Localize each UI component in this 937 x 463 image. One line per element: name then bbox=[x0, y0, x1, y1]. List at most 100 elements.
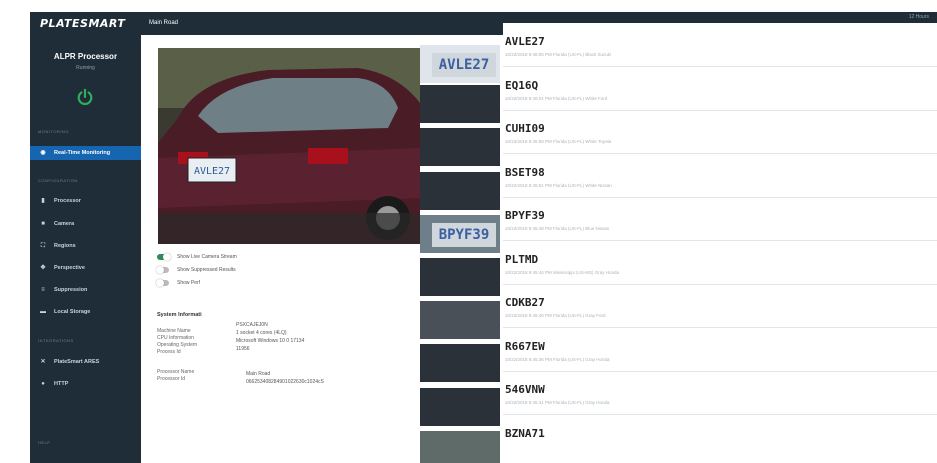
plate-meta: 10/22/2018 9:46:05 PM Florida (US-FL) Bl… bbox=[505, 52, 612, 57]
sys-label-processor-name: Processor Name bbox=[157, 369, 195, 375]
toggle-label: Show Suppressed Results bbox=[177, 267, 236, 273]
plate-thumbnail[interactable] bbox=[420, 258, 500, 296]
plate-number: R667EW bbox=[505, 340, 545, 353]
plate-thumbnail[interactable] bbox=[420, 431, 500, 463]
plate-number: CDKB27 bbox=[505, 296, 545, 309]
sys-val-cpu: 1 socket 4 cores (4LQ) bbox=[236, 330, 287, 336]
platesmart-logo: PLATESMART bbox=[40, 17, 126, 30]
plate-thumbnail[interactable] bbox=[420, 301, 500, 339]
http-icon: ● bbox=[41, 381, 45, 387]
sys-val-processor-name: Main Road bbox=[246, 371, 271, 377]
processor-title: ALPR Processor bbox=[53, 52, 118, 61]
power-icon[interactable] bbox=[76, 88, 94, 106]
page-title: Main Road bbox=[149, 20, 179, 26]
plate-result-row[interactable]: CDKB27 10/22/2018 9:45:40 PM Florida (US… bbox=[503, 284, 937, 328]
plate-thumbnail[interactable] bbox=[420, 172, 500, 210]
processor-status: Running bbox=[76, 65, 95, 71]
camera-icon: ■ bbox=[41, 221, 45, 227]
live-camera-stream: AVLE27 bbox=[158, 48, 420, 244]
plate-number: BPYF39 bbox=[505, 209, 545, 222]
plate-result-row[interactable]: BPYF39 10/22/2018 9:45:48 PM Florida (US… bbox=[503, 197, 937, 241]
results-header-bar: 12 Hours bbox=[503, 12, 937, 23]
plate-number: CUHI09 bbox=[505, 122, 545, 135]
car-image: AVLE27 bbox=[158, 48, 420, 244]
sys-label-process-id: Process Id bbox=[157, 349, 181, 355]
plate-result-row[interactable]: EQ16Q 10/22/2018 9:46:01 PM Florida (US-… bbox=[503, 67, 937, 111]
toggle-switch[interactable] bbox=[156, 279, 169, 287]
nav-real-time-monitoring[interactable]: ◉ Real-Time Monitoring bbox=[30, 146, 145, 160]
sys-label-processor-id: Processor Id bbox=[157, 376, 186, 382]
section-integrations: INTEGRATIONS bbox=[38, 338, 74, 343]
storage-icon: ▬ bbox=[40, 309, 46, 315]
section-configuration: CONFIGURATION bbox=[38, 178, 78, 183]
nav-label: Camera bbox=[54, 221, 75, 227]
plate-result-row[interactable]: 546VNW 10/22/2018 9:45:31 PM Florida (US… bbox=[503, 371, 937, 415]
nav-label: HTTP bbox=[54, 381, 69, 387]
toggle-label: Show Perf bbox=[177, 280, 201, 286]
plate-meta: 10/22/2018 9:45:31 PM Florida (US-FL) Gr… bbox=[505, 400, 610, 405]
plate-meta: 10/22/2018 9:45:48 PM Florida (US-FL) Bl… bbox=[505, 226, 610, 231]
plate-thumbnail[interactable] bbox=[420, 85, 500, 123]
section-help: HELP bbox=[38, 440, 51, 445]
sidebar: PLATESMART ALPR Processor Running MONITO… bbox=[30, 12, 145, 463]
header-bar: Main Road bbox=[141, 12, 503, 35]
system-info-title: System Informati bbox=[157, 312, 202, 318]
plate-number: PLTMD bbox=[505, 253, 539, 266]
nav-label: PlateSmart ARES bbox=[54, 359, 100, 365]
toggle-switch[interactable] bbox=[157, 253, 171, 261]
ares-icon: ✕ bbox=[40, 359, 46, 365]
toggle-switch[interactable] bbox=[156, 266, 169, 274]
nav-http[interactable]: ● HTTP bbox=[30, 377, 141, 391]
plate-number: EQ16Q bbox=[505, 79, 539, 92]
plate-meta: 10/22/2018 9:45:44 PM Mississippi (US-MS… bbox=[505, 270, 620, 275]
plate-thumbnail[interactable]: BPYF39 bbox=[420, 215, 500, 253]
plate-meta: 10/22/2018 9:46:01 PM Florida (US-FL) Wh… bbox=[505, 96, 608, 101]
nav-label: Perspective bbox=[54, 265, 85, 271]
processor-icon: ▮ bbox=[41, 198, 45, 204]
thumbnail-plate-text: AVLE27 bbox=[432, 53, 496, 77]
nav-platesmart-ares[interactable]: ✕ PlateSmart ARES bbox=[30, 355, 141, 369]
sys-val-machine-name: PSXCAJEJ0N bbox=[236, 322, 268, 328]
svg-text:AVLE27: AVLE27 bbox=[194, 166, 230, 177]
toggle-label: Show Live Camera Stream bbox=[177, 254, 237, 260]
plate-number: AVLE27 bbox=[505, 35, 545, 48]
plate-result-row[interactable]: BZNA71 bbox=[503, 415, 937, 458]
sys-label-machine-name: Machine Name bbox=[157, 328, 191, 334]
plate-meta: 10/22/2018 9:45:40 PM Florida (US-FL) Gr… bbox=[505, 313, 606, 318]
nav-regions[interactable]: ⛶ Regions bbox=[30, 239, 141, 253]
nav-label: Processor bbox=[54, 198, 81, 204]
plate-thumbnail[interactable] bbox=[420, 128, 500, 166]
plate-thumbnail[interactable]: AVLE27 bbox=[420, 45, 500, 83]
nav-local-storage[interactable]: ▬ Local Storage bbox=[30, 305, 141, 319]
plate-thumbnail[interactable] bbox=[420, 344, 500, 382]
nav-label: Real-Time Monitoring bbox=[54, 150, 111, 156]
system-info-values-panel bbox=[212, 290, 422, 463]
regions-icon: ⛶ bbox=[40, 243, 46, 249]
sys-val-process-id: 11956 bbox=[236, 346, 250, 352]
plate-result-row[interactable]: AVLE27 10/22/2018 9:46:05 PM Florida (US… bbox=[503, 23, 937, 67]
sys-label-cpu: CPU Information bbox=[157, 335, 194, 341]
plate-number: BSET98 bbox=[505, 166, 545, 179]
nav-suppression[interactable]: ≡ Suppression bbox=[30, 283, 141, 297]
time-range-filter[interactable]: 12 Hours bbox=[909, 14, 929, 20]
plate-number: BZNA71 bbox=[505, 427, 545, 440]
sys-val-os: Microsoft Windows 10 0 17134 bbox=[236, 338, 305, 344]
plate-meta: 10/22/2018 9:45:36 PM Florida (US-FL) Gr… bbox=[505, 357, 610, 362]
sys-val-processor-id: 066253408284901022630c1024cS bbox=[246, 379, 324, 385]
nav-processor[interactable]: ▮ Processor bbox=[30, 194, 141, 208]
plate-result-row[interactable]: BSET98 10/22/2018 9:45:51 PM Florida (US… bbox=[503, 154, 937, 198]
nav-label: Suppression bbox=[54, 287, 88, 293]
sys-label-os: Operating System bbox=[157, 342, 198, 348]
plate-result-row[interactable]: R667EW 10/22/2018 9:45:36 PM Florida (US… bbox=[503, 328, 937, 372]
plate-meta: 10/22/2018 9:45:58 PM Florida (US-FL) Wh… bbox=[505, 139, 612, 144]
plate-thumbnail[interactable] bbox=[420, 388, 500, 426]
plate-result-row[interactable]: PLTMD 10/22/2018 9:45:44 PM Mississippi … bbox=[503, 241, 937, 285]
plate-number: 546VNW bbox=[505, 383, 545, 396]
eye-icon: ◉ bbox=[40, 150, 46, 156]
nav-camera[interactable]: ■ Camera bbox=[30, 217, 141, 231]
thumbnail-plate-text: BPYF39 bbox=[432, 223, 496, 247]
plate-meta: 10/22/2018 9:45:51 PM Florida (US-FL) Wh… bbox=[505, 183, 612, 188]
suppression-icon: ≡ bbox=[41, 287, 45, 293]
nav-perspective[interactable]: ✥ Perspective bbox=[30, 261, 141, 275]
plate-result-row[interactable]: CUHI09 10/22/2018 9:45:58 PM Florida (US… bbox=[503, 110, 937, 154]
